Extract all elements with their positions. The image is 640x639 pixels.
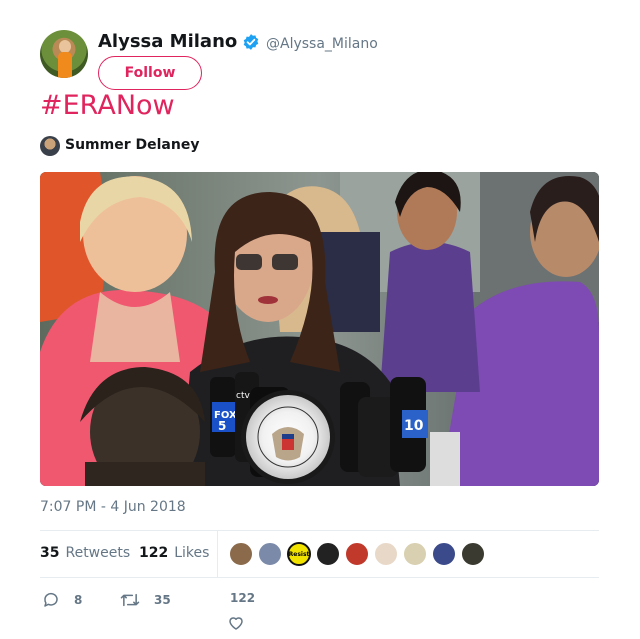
liker-avatar-6[interactable] [374, 542, 398, 566]
liker-avatar-4[interactable] [316, 542, 340, 566]
svg-text:ctv: ctv [236, 391, 250, 401]
liker-avatar-9[interactable] [461, 542, 485, 566]
author-name[interactable]: Alyssa Milano [98, 31, 237, 52]
svg-text:10: 10 [404, 418, 424, 434]
likes-count: 122 [139, 545, 169, 561]
retweets-stat[interactable]: 35 Retweets [40, 545, 130, 561]
verified-badge-icon [243, 34, 259, 50]
reply-action[interactable]: 8 [42, 591, 82, 609]
reply-icon [44, 592, 58, 607]
likers-avatars: Resist [229, 542, 490, 566]
retweet-icon [120, 593, 140, 607]
likes-label: Likes [174, 545, 210, 561]
like-heart-icon[interactable] [227, 614, 245, 632]
liker-avatar-2[interactable] [258, 542, 282, 566]
divider [40, 530, 599, 531]
retweets-count: 35 [40, 545, 60, 561]
tagged-user-avatar[interactable] [40, 136, 60, 156]
liker-avatar-5[interactable] [345, 542, 369, 566]
like-count-action[interactable]: 122 [230, 591, 255, 605]
tweet-card: Alyssa Milano @Alyssa_Milano Follow #ERA… [0, 0, 640, 639]
retweet-count: 35 [154, 593, 171, 607]
divider [40, 577, 599, 578]
author-avatar[interactable] [40, 30, 88, 78]
tagged-user-name[interactable]: Summer Delaney [65, 137, 199, 153]
like-count: 122 [230, 591, 256, 605]
retweets-label: Retweets [65, 545, 131, 561]
reply-count: 8 [74, 593, 83, 607]
svg-text:5: 5 [218, 419, 226, 433]
follow-button[interactable]: Follow [98, 56, 202, 90]
stats-divider [217, 531, 218, 577]
likes-stat[interactable]: 122 Likes [139, 545, 209, 561]
liker-avatar-8[interactable] [432, 542, 456, 566]
tweet-text[interactable]: #ERANow [40, 90, 175, 121]
liker-resist-badge[interactable]: Resist [287, 542, 311, 566]
tweet-timestamp[interactable]: 7:07 PM - 4 Jun 2018 [40, 499, 186, 515]
retweet-action[interactable]: 35 [120, 591, 171, 609]
tweet-photo[interactable]: FOX 5 ctv 10 [40, 172, 599, 486]
author-handle[interactable]: @Alyssa_Milano [266, 36, 378, 52]
liker-avatar-1[interactable] [229, 542, 253, 566]
liker-avatar-7[interactable] [403, 542, 427, 566]
